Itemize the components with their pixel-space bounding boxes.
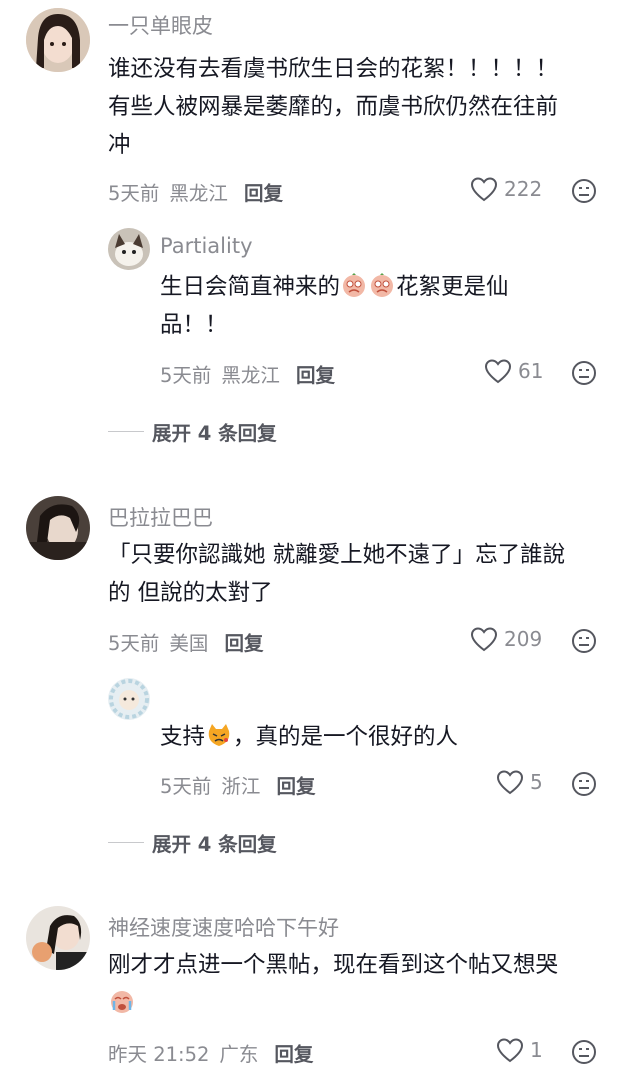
heart-icon <box>470 627 498 652</box>
comment-text-part: 支持 <box>160 724 206 750</box>
comment-location: 黑龙江 <box>221 364 280 387</box>
crying-face-emoji <box>371 273 394 297</box>
comment-location: 广东 <box>219 1043 259 1066</box>
username[interactable]: 巴拉拉巴巴 <box>108 502 213 532</box>
avatar[interactable] <box>26 496 90 560</box>
comment-text-line: 品！！ <box>160 312 228 338</box>
comment-text: 刚才才点进一个黑帖，现在看到这个帖又想哭 <box>108 946 618 1022</box>
comment-meta: 5天前 浙江 回复 <box>160 770 315 799</box>
username[interactable]: 神经速度速度哈哈下午好 <box>108 912 339 942</box>
dislike-icon[interactable] <box>571 178 597 204</box>
like-count: 209 <box>504 627 543 651</box>
heart-icon <box>496 770 524 795</box>
comment-text: 「只要你認識她 就離愛上她不遠了」忘了誰說 的 但說的太對了 <box>108 536 618 612</box>
username[interactable]: Partiality <box>160 234 253 258</box>
comment-text-line: 冲 <box>108 132 131 158</box>
expand-replies-button[interactable]: 展开 4 条回复 <box>108 828 277 857</box>
comment-time: 5天前 <box>108 182 160 205</box>
comment-meta: 昨天 21:52 广东 回复 <box>108 1038 313 1067</box>
crying-emoji <box>111 991 133 1013</box>
reply-button[interactable]: 回复 <box>224 627 263 656</box>
comment-time: 5天前 <box>160 775 212 798</box>
comment-meta: 5天前 黑龙江 回复 <box>108 177 283 206</box>
username[interactable]: 一只单眼皮 <box>108 10 213 40</box>
reply-button[interactable]: 回复 <box>274 1038 313 1067</box>
dislike-icon[interactable] <box>571 360 597 386</box>
expand-replies-button[interactable]: 展开 4 条回复 <box>108 417 277 446</box>
comment-location: 浙江 <box>221 775 261 798</box>
comment-location: 黑龙江 <box>169 182 228 205</box>
comment-text-part: ，真的是一个很好的人 <box>233 724 459 750</box>
comment-text-line: 的 但說的太對了 <box>108 580 273 606</box>
comment-text: 支持 ，真的是一个很好的人 <box>160 718 600 756</box>
like-count: 222 <box>504 177 543 201</box>
comment-text: 生日会简直神来的 花絮更是仙 品！！ <box>160 268 580 344</box>
like-button[interactable]: 5 <box>496 769 543 795</box>
crying-face-emoji <box>343 273 366 297</box>
like-count: 61 <box>518 359 544 383</box>
reply-button[interactable]: 回复 <box>244 177 283 206</box>
like-button[interactable]: 222 <box>470 176 542 202</box>
divider <box>108 842 144 843</box>
comment-text: 谁还没有去看虞书欣生日会的花絮！！！！！ 有些人被网暴是萎靡的，而虞书欣仍然在往… <box>108 50 618 164</box>
heart-icon <box>484 359 512 384</box>
dislike-icon[interactable] <box>571 628 597 654</box>
comment-text-part: 生日会简直神来的 <box>160 274 341 300</box>
heart-icon <box>496 1038 524 1063</box>
like-count: 5 <box>530 770 543 794</box>
comment-text-part: 花絮更是仙 <box>396 274 509 300</box>
avatar[interactable] <box>108 228 150 270</box>
avatar[interactable] <box>26 906 90 970</box>
comment-text-line: 刚才才点进一个黑帖，现在看到这个帖又想哭 <box>108 952 559 978</box>
angry-cat-emoji <box>208 724 230 746</box>
comment-text-line: 谁还没有去看虞书欣生日会的花絮！！！！！ <box>108 56 559 82</box>
comment-text-line: 有些人被网暴是萎靡的，而虞书欣仍然在往前 <box>108 94 559 120</box>
comment-time: 5天前 <box>108 632 160 655</box>
expand-replies-label: 展开 4 条回复 <box>152 422 277 445</box>
like-count: 1 <box>530 1038 543 1062</box>
comment-time: 昨天 21:52 <box>108 1043 210 1066</box>
comment-meta: 5天前 美国 回复 <box>108 627 263 656</box>
like-button[interactable]: 209 <box>470 626 542 652</box>
avatar[interactable] <box>108 678 150 720</box>
dislike-icon[interactable] <box>571 771 597 797</box>
reply-button[interactable]: 回复 <box>296 359 335 388</box>
like-button[interactable]: 61 <box>484 358 543 384</box>
reply-button[interactable]: 回复 <box>276 770 315 799</box>
comment-time: 5天前 <box>160 364 212 387</box>
like-button[interactable]: 1 <box>496 1037 543 1063</box>
dislike-icon[interactable] <box>571 1039 597 1065</box>
comment-text-line: 「只要你認識她 就離愛上她不遠了」忘了誰說 <box>108 542 566 568</box>
divider <box>108 431 144 432</box>
comment-location: 美国 <box>169 632 209 655</box>
heart-icon <box>470 177 498 202</box>
comment-meta: 5天前 黑龙江 回复 <box>160 359 335 388</box>
expand-replies-label: 展开 4 条回复 <box>152 833 277 856</box>
avatar[interactable] <box>26 8 90 72</box>
